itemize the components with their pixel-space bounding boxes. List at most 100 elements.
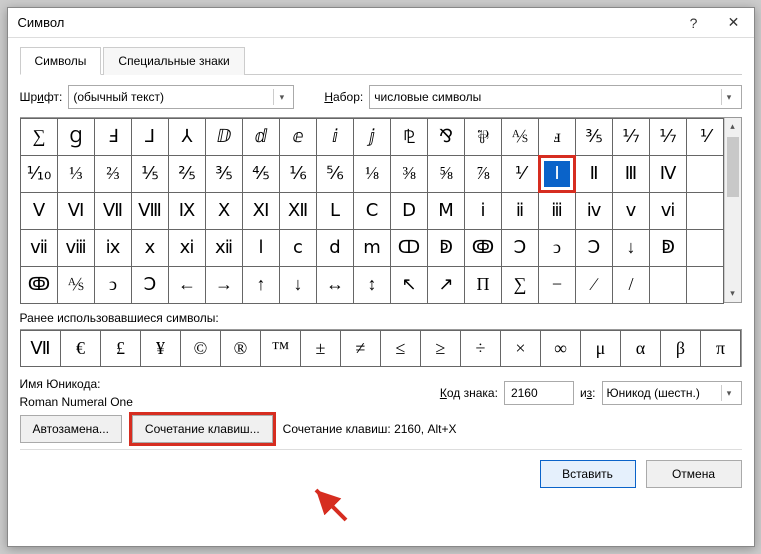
symbol-cell[interactable]: ⅺ xyxy=(168,229,206,267)
symbol-cell[interactable]: → xyxy=(205,266,243,304)
recent-symbol-cell[interactable]: Ⅶ xyxy=(20,330,61,367)
autocorrect-button[interactable]: Автозамена... xyxy=(20,415,122,443)
tab-special-chars[interactable]: Специальные знаки xyxy=(103,47,244,75)
recent-symbol-cell[interactable]: β xyxy=(660,330,701,367)
recent-symbol-cell[interactable]: × xyxy=(500,330,541,367)
symbol-cell[interactable]: ⅴ xyxy=(612,192,650,230)
symbol-cell[interactable]: Ⅷ xyxy=(131,192,169,230)
symbol-cell[interactable]: Ⅶ xyxy=(94,192,132,230)
symbol-cell[interactable]: Ⅹ xyxy=(205,192,243,230)
symbol-cell[interactable]: ↄ xyxy=(94,266,132,304)
symbol-cell[interactable]: ⅅ xyxy=(205,118,243,156)
recent-symbol-cell[interactable]: ∞ xyxy=(540,330,581,367)
symbol-cell[interactable]: ⅷ xyxy=(57,229,95,267)
symbol-cell[interactable]: ⅗ xyxy=(575,118,613,156)
insert-button[interactable]: Вставить xyxy=(540,460,636,488)
symbol-cell[interactable]: Ⅎ xyxy=(94,118,132,156)
shortcut-key-button[interactable]: Сочетание клавиш... xyxy=(132,415,273,443)
symbol-cell[interactable]: ⅟ xyxy=(686,118,724,156)
symbol-cell[interactable]: ⅋ xyxy=(427,118,465,156)
symbol-cell[interactable]: / xyxy=(612,266,650,304)
recent-symbols-grid[interactable]: Ⅶ€£¥©®™±≠≤≥÷×∞μαβπ xyxy=(20,329,742,367)
symbol-cell[interactable]: Ɡ xyxy=(57,118,95,156)
symbol-cell[interactable]: ↁ xyxy=(649,229,687,267)
symbol-cell[interactable]: ∑ xyxy=(20,118,58,156)
symbol-cell[interactable]: ∕ xyxy=(575,266,613,304)
symbol-cell[interactable]: ⅈ xyxy=(316,118,354,156)
scroll-up-button[interactable]: ▴ xyxy=(725,118,741,135)
symbol-cell[interactable]: ⅆ xyxy=(242,118,280,156)
symbol-cell[interactable]: ⅲ xyxy=(538,192,576,230)
symbol-cell[interactable]: Ⅳ xyxy=(649,155,687,193)
symbol-cell[interactable]: ↂ xyxy=(464,229,502,267)
symbol-cell[interactable]: ⅽ xyxy=(279,229,317,267)
symbol-cell[interactable]: Ↄ xyxy=(575,229,613,267)
tab-symbols[interactable]: Символы xyxy=(20,47,102,75)
symbol-cell[interactable]: ⅝ xyxy=(427,155,465,193)
symbol-cell[interactable]: Ⅰ xyxy=(538,155,576,193)
symbol-cell[interactable]: Ⅲ xyxy=(612,155,650,193)
symbol-cell[interactable]: Ⅽ xyxy=(353,192,391,230)
symbol-cell[interactable]: − xyxy=(538,266,576,304)
symbol-cell[interactable]: ⅚ xyxy=(316,155,354,193)
recent-symbol-cell[interactable]: © xyxy=(180,330,221,367)
symbol-cell[interactable]: Π xyxy=(464,266,502,304)
symbol-cell[interactable]: ↕ xyxy=(353,266,391,304)
recent-symbol-cell[interactable]: ≠ xyxy=(340,330,381,367)
close-button[interactable]: ✕ xyxy=(714,8,754,38)
symbol-cell[interactable]: ↂ xyxy=(20,266,58,304)
symbol-cell[interactable]: ↀ xyxy=(390,229,428,267)
symbol-cell[interactable]: ⅿ xyxy=(353,229,391,267)
symbol-cell[interactable]: ∑ xyxy=(501,266,539,304)
symbol-cell[interactable]: ⅎ xyxy=(538,118,576,156)
help-button[interactable]: ? xyxy=(674,8,714,38)
symbol-cell[interactable]: ⅊ xyxy=(390,118,428,156)
symbol-cell[interactable]: ⅸ xyxy=(94,229,132,267)
symbol-cell[interactable]: ⅛ xyxy=(353,155,391,193)
symbol-cell[interactable]: ⅞ xyxy=(464,155,502,193)
symbol-cell[interactable]: ⅓ xyxy=(57,155,95,193)
symbol-cell[interactable]: ↖ xyxy=(390,266,428,304)
symbol-cell[interactable]: ⅘ xyxy=(242,155,280,193)
symbol-cell[interactable]: ↄ xyxy=(538,229,576,267)
symbol-cell[interactable]: ⅼ xyxy=(242,229,280,267)
symbol-cell[interactable]: Ⅿ xyxy=(427,192,465,230)
symbol-cell[interactable] xyxy=(686,229,724,267)
symbol-cell[interactable]: Ↄ xyxy=(131,266,169,304)
recent-symbol-cell[interactable]: ™ xyxy=(260,330,301,367)
symbol-cell[interactable] xyxy=(686,266,724,304)
recent-symbol-cell[interactable]: μ xyxy=(580,330,621,367)
char-code-input[interactable]: 2160 xyxy=(504,381,574,405)
symbol-cell[interactable]: ⅍ xyxy=(501,118,539,156)
recent-symbol-cell[interactable]: α xyxy=(620,330,661,367)
symbol-cell[interactable]: ← xyxy=(168,266,206,304)
symbol-cell[interactable]: ⅍ xyxy=(57,266,95,304)
symbol-cell[interactable]: ⅔ xyxy=(94,155,132,193)
symbol-cell[interactable]: ⅖ xyxy=(168,155,206,193)
grid-scrollbar[interactable]: ▴ ▾ xyxy=(724,118,741,302)
symbol-cell[interactable]: ⅃ xyxy=(131,118,169,156)
scroll-down-button[interactable]: ▾ xyxy=(725,285,741,302)
symbol-cell[interactable]: ⅜ xyxy=(390,155,428,193)
symbol-cell[interactable]: ↓ xyxy=(279,266,317,304)
recent-symbol-cell[interactable]: ± xyxy=(300,330,341,367)
cancel-button[interactable]: Отмена xyxy=(646,460,742,488)
symbol-cell[interactable]: ⅟ xyxy=(501,155,539,193)
symbol-cell[interactable]: ⅕ xyxy=(131,155,169,193)
symbol-cell[interactable]: ↔ xyxy=(316,266,354,304)
symbol-cell[interactable]: ↗ xyxy=(427,266,465,304)
recent-symbol-cell[interactable]: ÷ xyxy=(460,330,501,367)
symbol-cell[interactable]: ⅄ xyxy=(168,118,206,156)
symbol-cell[interactable]: ⅒ xyxy=(20,155,58,193)
symbol-cell[interactable]: ⅹ xyxy=(131,229,169,267)
symbol-cell[interactable]: ⅰ xyxy=(464,192,502,230)
symbol-cell[interactable]: ⅉ xyxy=(353,118,391,156)
symbol-cell[interactable]: ↓ xyxy=(612,229,650,267)
symbol-cell[interactable]: Ⅻ xyxy=(279,192,317,230)
subset-select[interactable]: числовые символы ▾ xyxy=(369,85,741,109)
symbol-cell[interactable]: Ⅱ xyxy=(575,155,613,193)
recent-symbol-cell[interactable]: ≤ xyxy=(380,330,421,367)
symbol-cell[interactable]: Ⅼ xyxy=(316,192,354,230)
symbol-cell[interactable]: Ⅾ xyxy=(390,192,428,230)
symbol-cell[interactable]: Ⅵ xyxy=(57,192,95,230)
